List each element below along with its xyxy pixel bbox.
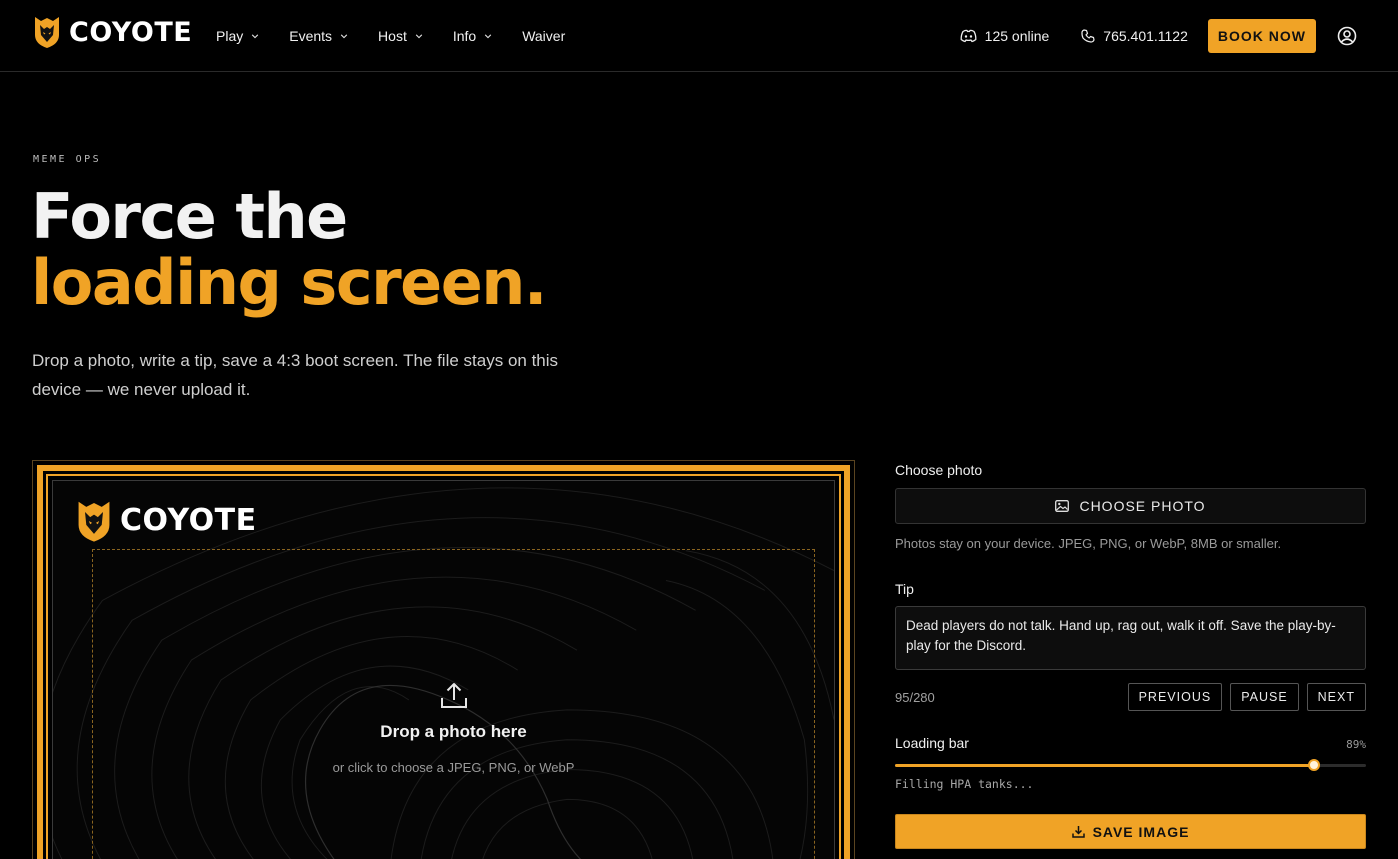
loading-screen-preview: COYOTE Drop a photo here or click to cho…	[32, 460, 855, 859]
nav-item-label: Play	[216, 28, 244, 44]
preview-brand-wordmark: COYOTE	[120, 503, 257, 538]
nav-item-label: Waiver	[522, 28, 566, 44]
loading-bar-fill	[895, 764, 1315, 767]
nav-item-waiver[interactable]: Waiver	[522, 26, 565, 46]
chevron-down-icon	[415, 34, 423, 39]
choose-photo-button[interactable]: CHOOSE PHOTO	[895, 488, 1366, 524]
phone-link[interactable]: 765.401.1122	[1081, 28, 1188, 44]
brand-wordmark: COYOTE	[69, 16, 193, 48]
coyote-shield-icon	[35, 17, 59, 48]
nav-item-label: Host	[378, 28, 407, 44]
choose-photo-label: Choose photo	[895, 462, 983, 478]
tip-label: Tip	[895, 581, 914, 597]
tip-textarea[interactable]: Dead players do not talk. Hand up, rag o…	[895, 606, 1366, 670]
photo-dropzone[interactable]: Drop a photo here or click to choose a J…	[92, 549, 815, 859]
title-line-1: Force the	[31, 180, 348, 253]
chevron-down-icon	[252, 34, 259, 39]
pause-tip-button[interactable]: PAUSE	[1230, 683, 1299, 711]
chevron-down-icon	[340, 34, 348, 39]
page-description: Drop a photo, write a tip, save a 4:3 bo…	[32, 351, 559, 399]
dropzone-title: Drop a photo here	[380, 722, 527, 741]
coyote-shield-icon	[78, 501, 110, 542]
download-icon	[1071, 826, 1085, 838]
choose-photo-button-label: CHOOSE PHOTO	[1079, 498, 1206, 514]
image-icon	[1055, 500, 1070, 512]
nav-item-label: Events	[289, 28, 333, 44]
tip-navigation: PREVIOUS PAUSE NEXT	[1127, 683, 1366, 711]
brand-logo[interactable]: COYOTE	[33, 15, 192, 49]
nav-item-label: Info	[452, 28, 477, 44]
phone-number: 765.401.1122	[1103, 28, 1188, 44]
nav-item-play[interactable]: Play	[216, 26, 259, 46]
account-button[interactable]	[1336, 25, 1358, 47]
loading-bar-handle[interactable]	[1308, 759, 1321, 771]
loading-status-text: Filling HPA tanks...	[895, 777, 1034, 791]
save-image-button[interactable]: SAVE IMAGE	[895, 814, 1366, 849]
main-nav: Play Events Host Info Waiver	[216, 26, 565, 46]
page-title: Force the loading screen.	[31, 180, 560, 319]
next-tip-button[interactable]: NEXT	[1306, 683, 1366, 711]
previous-tip-button[interactable]: PREVIOUS	[1127, 683, 1223, 711]
save-image-label: SAVE IMAGE	[1092, 823, 1190, 840]
online-count: 125 online	[984, 28, 1050, 44]
editor-controls: Choose photo CHOOSE PHOTO Photos stay on…	[895, 462, 1366, 849]
book-now-button[interactable]: BOOK NOW	[1207, 19, 1316, 53]
dropzone-subtitle: or click to choose a JPEG, PNG, or WebP	[332, 760, 575, 775]
upload-icon	[440, 683, 467, 708]
account-icon	[1337, 26, 1357, 46]
section-eyebrow: MEME OPS	[33, 154, 102, 165]
discord-online-link[interactable]: 125 online	[960, 28, 1050, 44]
site-header: COYOTE Play Events Host Info Waiver 125 …	[0, 0, 1398, 72]
title-line-2: loading screen.	[31, 246, 560, 319]
preview-frame: COYOTE Drop a photo here or click to cho…	[37, 465, 850, 859]
discord-icon	[960, 29, 977, 43]
loading-bar-slider[interactable]	[895, 759, 1366, 771]
chevron-down-icon	[485, 34, 492, 39]
nav-item-host[interactable]: Host	[378, 26, 423, 46]
photo-hint: Photos stay on your device. JPEG, PNG, o…	[895, 536, 1282, 551]
preview-brand-logo: COYOTE	[76, 499, 257, 543]
tip-char-counter: 95/280	[895, 689, 935, 705]
phone-icon	[1081, 29, 1095, 43]
loading-bar-label: Loading bar	[895, 735, 969, 751]
nav-item-events[interactable]: Events	[289, 26, 348, 46]
header-tools: 125 online 765.401.1122 BOOK NOW	[960, 19, 1358, 53]
loading-percent: 89%	[1346, 738, 1366, 751]
preview-canvas: COYOTE Drop a photo here or click to cho…	[52, 480, 835, 859]
nav-item-info[interactable]: Info	[453, 26, 492, 46]
